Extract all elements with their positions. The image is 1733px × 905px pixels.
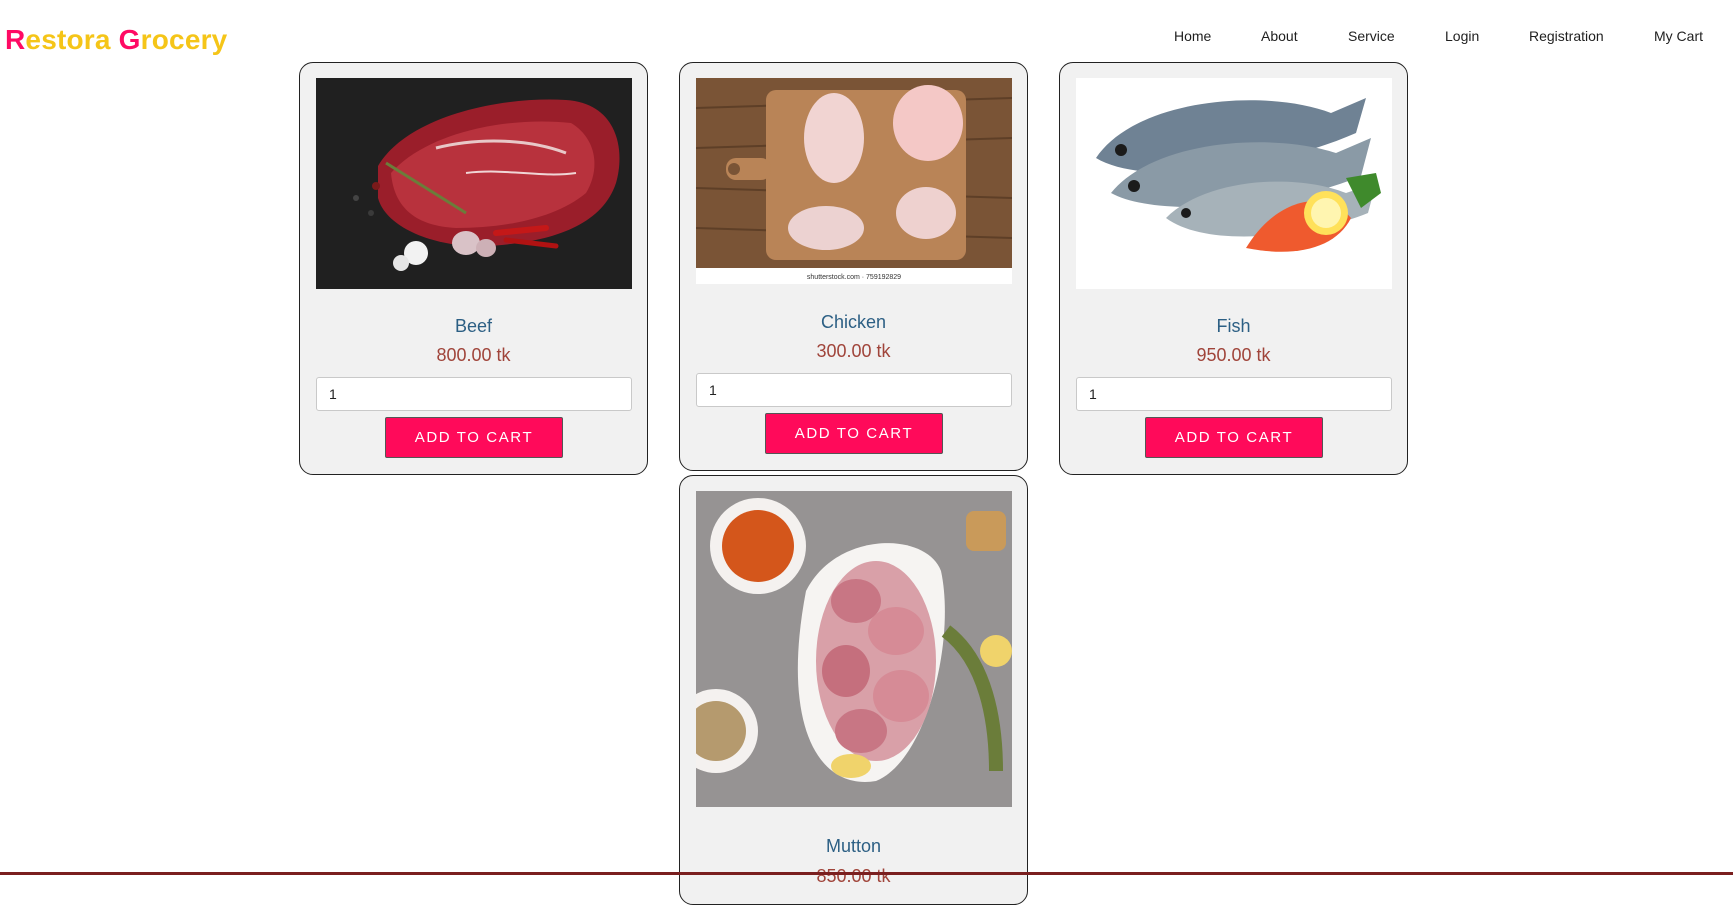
footer-divider [0, 872, 1733, 875]
add-to-cart-button[interactable]: ADD TO CART [385, 417, 563, 458]
add-to-cart-button[interactable]: ADD TO CART [1145, 417, 1323, 458]
product-price: 950.00 tk [1196, 345, 1271, 365]
product-card-chicken: shutterstock.com · 759192829 Chicken 300… [679, 62, 1028, 471]
product-price: 800.00 tk [436, 345, 511, 365]
svg-text:shutterstock.com · 759192829: shutterstock.com · 759192829 [807, 274, 901, 281]
nav-registration[interactable]: Registration [1529, 28, 1604, 44]
product-name: Beef [454, 316, 493, 336]
quantity-input[interactable] [316, 377, 632, 411]
quantity-input[interactable] [1076, 377, 1392, 411]
product-price: 300.00 tk [816, 341, 891, 361]
product-name: Chicken [820, 312, 887, 332]
nav-login[interactable]: Login [1445, 28, 1479, 44]
nav-my-cart[interactable]: My Cart [1654, 28, 1703, 44]
nav-home[interactable]: Home [1174, 28, 1211, 44]
add-to-cart-button[interactable]: ADD TO CART [765, 413, 943, 454]
product-price: 850.00 tk [816, 866, 891, 886]
nav-service[interactable]: Service [1348, 28, 1395, 44]
product-name: Mutton [825, 836, 882, 856]
beef-photo [316, 78, 632, 289]
product-card-fish: Fish 950.00 tk ADD TO CART [1059, 62, 1408, 475]
quantity-input[interactable] [696, 373, 1012, 407]
fish-photo [1076, 78, 1392, 289]
chicken-photo: shutterstock.com · 759192829 [696, 78, 1012, 284]
nav-about[interactable]: About [1261, 28, 1298, 44]
main-nav: Home About Service Login Registration My… [0, 28, 1733, 48]
mutton-photo [696, 491, 1012, 807]
product-card-mutton: Mutton 850.00 tk [679, 475, 1028, 905]
product-name: Fish [1216, 316, 1251, 336]
product-card-beef: Beef 800.00 tk ADD TO CART [299, 62, 648, 475]
